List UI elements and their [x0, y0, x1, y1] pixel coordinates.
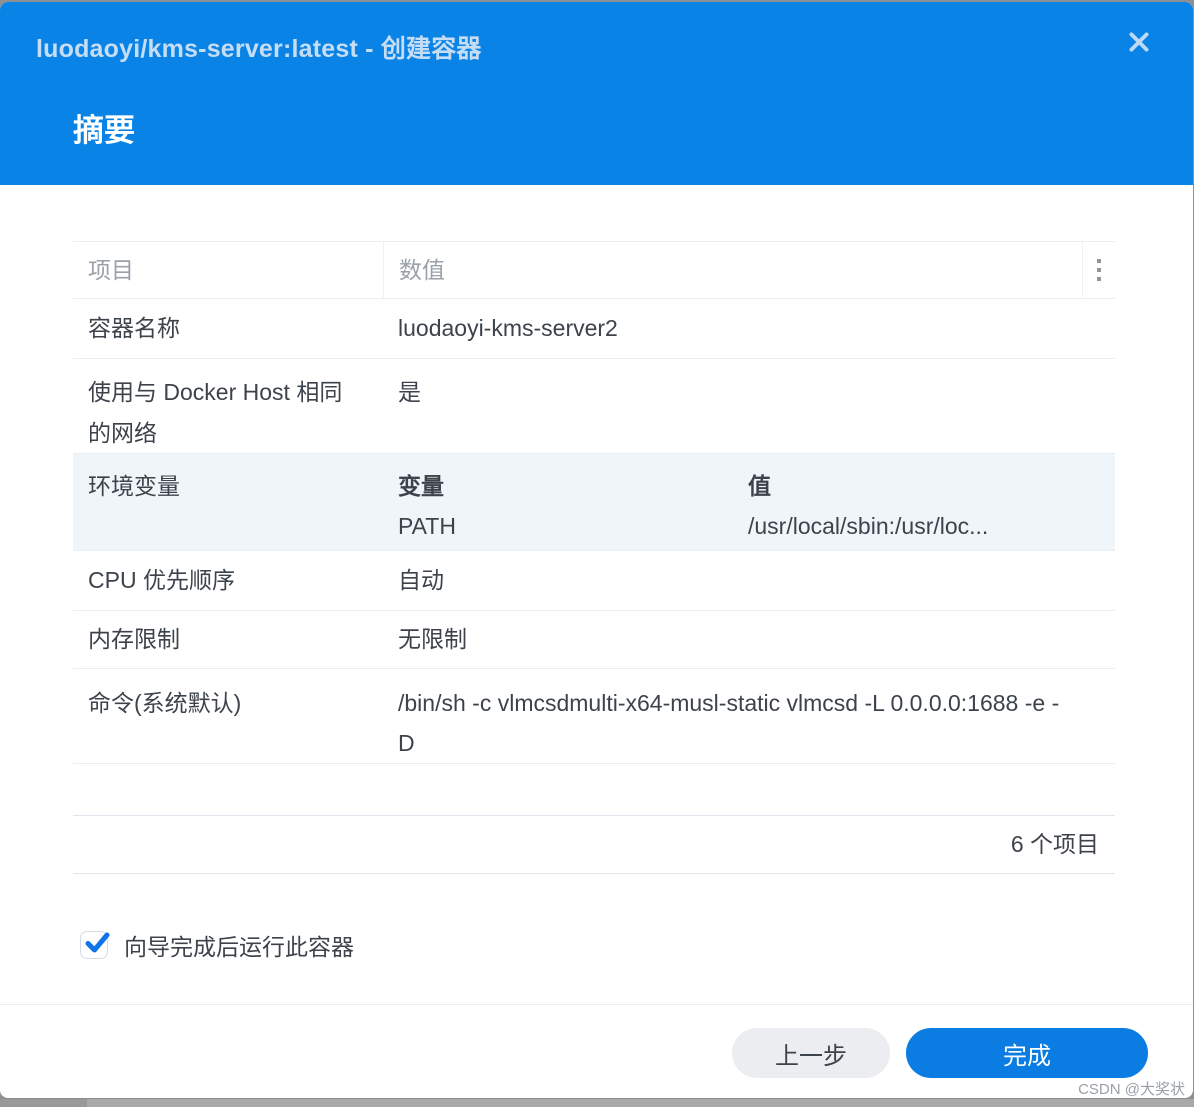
footer-divider: [0, 1004, 1193, 1005]
row-value: 自动: [398, 567, 444, 593]
column-settings-button[interactable]: [1082, 242, 1115, 298]
row-label: CPU 优先顺序: [88, 567, 235, 593]
table-empty-row: [73, 764, 1115, 816]
step-title: 摘要: [73, 113, 135, 148]
back-button[interactable]: 上一步: [732, 1028, 890, 1078]
row-label: 环境变量: [88, 473, 180, 499]
table-row-memory-limit[interactable]: 内存限制 无限制: [73, 611, 1115, 669]
close-icon: [1126, 29, 1152, 60]
dialog-title: luodaoyi/kms-server:latest - 创建容器: [36, 35, 482, 63]
env-value-column: 值 /usr/local/sbin:/usr/loc...: [733, 454, 1115, 550]
table-row-cpu-priority[interactable]: CPU 优先顺序 自动: [73, 551, 1115, 611]
create-container-dialog: luodaoyi/kms-server:latest - 创建容器 摘要 项目 …: [0, 2, 1193, 1098]
row-value: 无限制: [398, 626, 467, 652]
env-variable-name: PATH: [398, 513, 456, 539]
table-row-docker-host-network[interactable]: 使用与 Docker Host 相同的网络 是: [73, 359, 1115, 454]
run-after-wizard-option[interactable]: 向导完成后运行此容器: [80, 930, 354, 960]
table-row-env-variables[interactable]: 环境变量 变量 PATH 值 /usr/local/sbin:/usr/loc.…: [73, 454, 1115, 551]
env-col-value: 值: [748, 473, 771, 499]
items-count: 6 个项目: [73, 816, 1115, 874]
row-label: 命令(系统默认): [88, 690, 242, 716]
dialog-titlebar: luodaoyi/kms-server:latest - 创建容器 摘要: [0, 2, 1193, 185]
row-value: 是: [398, 379, 421, 405]
finish-button[interactable]: 完成: [906, 1028, 1148, 1078]
env-variable-value: /usr/local/sbin:/usr/loc...: [748, 513, 989, 539]
row-label: 使用与 Docker Host 相同的网络: [88, 379, 343, 446]
table-row-container-name[interactable]: 容器名称 luodaoyi-kms-server2: [73, 299, 1115, 359]
summary-table: 项目 数值 容器名称 luodaoyi-kms-server2 使用与 Dock…: [73, 241, 1115, 874]
row-label: 内存限制: [88, 626, 180, 652]
column-header-value: 数值: [383, 242, 1082, 298]
env-variable-column: 变量 PATH: [383, 454, 733, 550]
row-label: 容器名称: [88, 315, 180, 341]
row-value: /bin/sh -c vlmcsdmulti-x64-musl-static v…: [398, 690, 1060, 756]
watermark: CSDN @大奖状: [1078, 1081, 1185, 1098]
table-row-command[interactable]: 命令(系统默认) /bin/sh -c vlmcsdmulti-x64-musl…: [73, 669, 1115, 764]
row-value: luodaoyi-kms-server2: [398, 315, 618, 341]
close-button[interactable]: [1123, 28, 1155, 60]
table-header-row: 项目 数值: [73, 241, 1115, 299]
run-after-wizard-checkbox[interactable]: [80, 931, 110, 959]
env-col-variable: 变量: [398, 473, 444, 499]
run-after-wizard-label: 向导完成后运行此容器: [124, 934, 354, 960]
kebab-menu-icon: [1097, 259, 1101, 263]
screen-edge: [0, 1098, 1194, 1107]
column-header-item: 项目: [88, 257, 134, 283]
